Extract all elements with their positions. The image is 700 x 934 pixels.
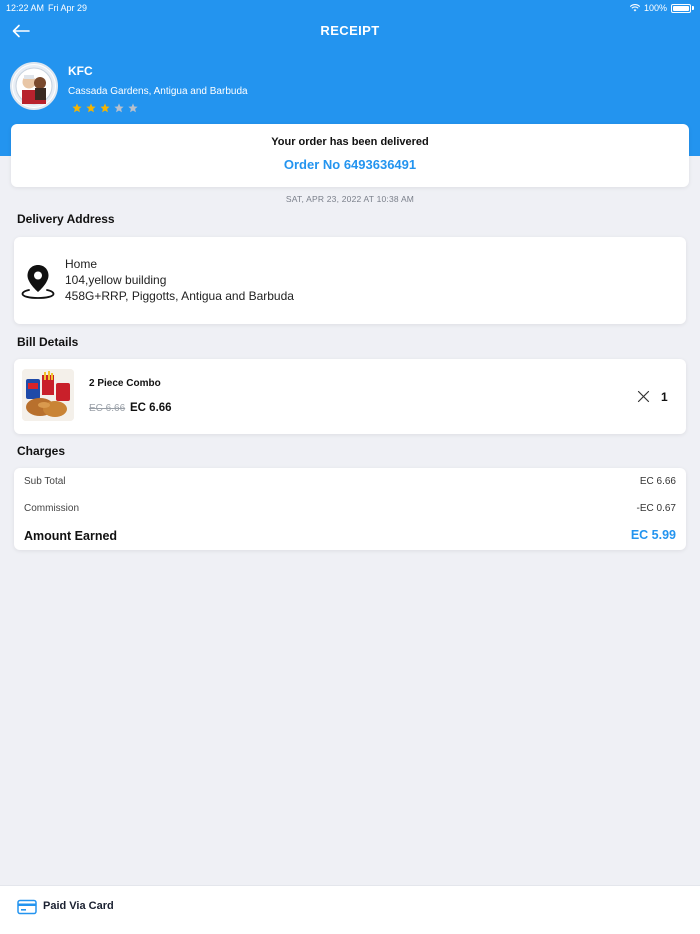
commission-label: Commission [24,503,80,514]
restaurant-rating [72,103,138,113]
restaurant-logo [10,62,58,110]
status-time: 12:22 AM [6,3,45,13]
payment-footer: Paid Via Card [0,885,700,934]
star-filled-icon [100,103,110,113]
charges-title: Charges [17,444,66,458]
bill-details-title: Bill Details [17,335,79,349]
item-image [22,369,74,421]
order-status-text: Your order has been delivered [271,136,429,148]
close-icon [637,390,650,403]
battery-percent: 100% [643,3,667,13]
payment-method-label: Paid Via Card [43,900,114,912]
credit-card-icon [17,899,37,915]
bill-item-card [14,359,686,434]
star-empty-icon [128,103,138,113]
location-pin-icon [21,265,55,299]
star-filled-icon [86,103,96,113]
wifi-icon [629,4,640,12]
item-original-price: EC 6.66 [89,403,126,414]
subtotal-value: EC 6.66 [639,476,676,487]
item-price: EC 6.66 [130,402,172,414]
address-line-1: 104,yellow building [65,273,167,287]
item-name: 2 Piece Combo [89,378,161,389]
status-bar: 12:22 AM Fri Apr 29 100% [0,0,700,14]
status-indicators: 100% [629,1,694,15]
star-filled-icon [72,103,82,113]
address-line-2: 458G+RRP, Piggotts, Antigua and Barbuda [65,289,294,303]
restaurant-address: Cassada Gardens, Antigua and Barbuda [68,86,248,97]
commission-value: -EC 0.67 [636,503,676,514]
delivery-address-title: Delivery Address [17,212,115,226]
amount-earned-value: EC 5.99 [630,528,676,542]
item-quantity: 1 [661,390,668,404]
address-label: Home [65,257,98,271]
subtotal-label: Sub Total [24,476,66,487]
order-number: Order No 6493636491 [283,157,417,172]
order-status-card: Your order has been delivered Order No 6… [11,124,689,187]
status-date: Fri Apr 29 [48,3,88,13]
star-empty-icon [114,103,124,113]
battery-icon [671,3,691,13]
amount-earned-label: Amount Earned [24,529,118,543]
page-title: RECEIPT [320,23,380,38]
restaurant-name: KFC [68,64,93,78]
order-datetime: SAT, APR 23, 2022 AT 10:38 AM [285,194,415,204]
battery-tip [692,6,694,10]
